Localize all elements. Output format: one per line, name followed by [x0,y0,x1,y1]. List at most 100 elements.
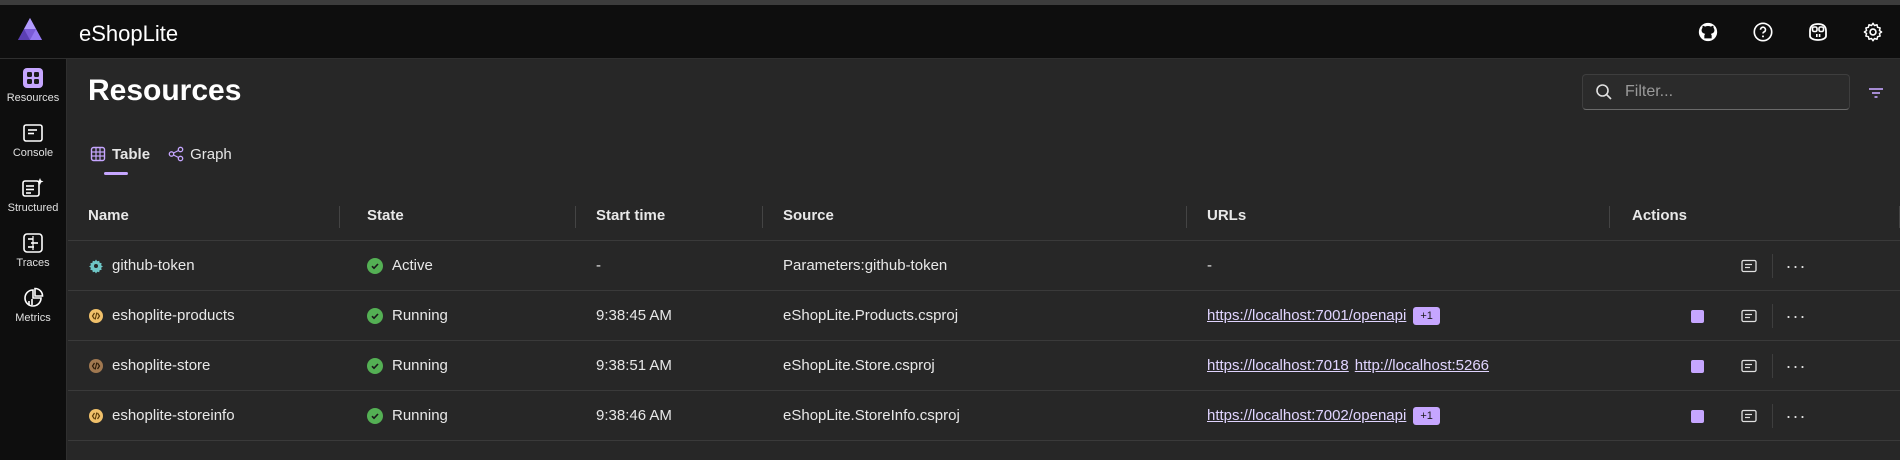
sidebar-item-label: Traces [16,257,50,269]
sidebar-item-label: Console [12,147,54,159]
resource-state: Running [392,307,448,324]
more-icon: ··· [1785,306,1807,326]
project-icon [89,308,103,323]
sidebar-item-resources[interactable]: Resources [0,59,66,114]
resources-icon [23,68,43,88]
column-header-start-time[interactable]: Start time [576,191,763,240]
tab-label: Table [112,145,151,163]
stop-button[interactable] [1685,304,1709,328]
app-header: eShopLite [0,5,1900,59]
console-logs-icon [1741,259,1757,273]
sidebar-item-label: Resources [6,92,60,104]
console-logs-icon [1741,359,1757,373]
resource-name[interactable]: eshoplite-products [112,307,235,324]
project-icon [89,358,103,373]
traces-icon [23,233,43,253]
check-icon [367,307,383,324]
sidebar-item-metrics[interactable]: Metrics [0,279,66,334]
sidebar-item-label: Metrics [15,312,51,324]
endpoint-link[interactable]: https://localhost:7002/openapi [1207,407,1406,424]
view-console-logs-button[interactable] [1737,404,1761,428]
stop-icon [1690,409,1704,423]
resource-start-time: 9:38:45 AM [596,307,672,324]
sidebar-item-structured[interactable]: Structured [0,169,66,224]
check-icon [367,407,383,424]
more-actions-button[interactable]: ··· [1784,254,1808,278]
check-icon [367,257,383,274]
app-title[interactable]: eShopLite [79,21,178,47]
more-actions-button[interactable]: ··· [1784,304,1808,328]
resources-table: Name State Start time Source URLs Action… [68,191,1900,441]
endpoint-link[interactable]: https://localhost:7001/openapi [1207,307,1406,324]
check-icon [367,357,383,374]
column-header-urls[interactable]: URLs [1187,191,1610,240]
table-row[interactable]: eshoplite-storeinfo Running 9:38:46 AM e… [68,391,1900,441]
resource-start-time: 9:38:46 AM [596,407,672,424]
more-icon: ··· [1785,256,1807,276]
view-tabs: Table Graph [90,139,250,175]
resource-name[interactable]: github-token [112,257,195,274]
page-title: Resources [88,74,242,107]
stop-button[interactable] [1685,354,1709,378]
sidebar: Resources Console Structured Traces Metr… [0,59,67,460]
endpoint-link[interactable]: https://localhost:7018 [1207,357,1349,374]
column-header-name[interactable]: Name [68,191,340,240]
console-icon [23,124,43,142]
column-header-state[interactable]: State [340,191,576,240]
resource-name[interactable]: eshoplite-storeinfo [112,407,235,424]
console-logs-icon [1741,409,1757,423]
more-urls-badge[interactable]: +1 [1413,406,1440,425]
github-icon[interactable] [1680,5,1735,59]
tab-graph[interactable]: Graph [168,139,232,169]
help-icon[interactable] [1735,5,1790,59]
endpoint-link[interactable]: http://localhost:5266 [1355,357,1489,374]
console-logs-icon [1741,309,1757,323]
stop-icon [1690,309,1704,323]
table-header-row: Name State Start time Source URLs Action… [68,191,1900,241]
main-content: Resources Table Graph Name State Start t… [68,59,1900,460]
sidebar-item-traces[interactable]: Traces [0,224,66,279]
table-row[interactable]: eshoplite-products Running 9:38:45 AM eS… [68,291,1900,341]
aspire-logo-icon[interactable] [16,16,44,44]
more-icon: ··· [1785,356,1807,376]
more-actions-button[interactable]: ··· [1784,404,1808,428]
resource-state: Active [392,257,433,274]
metrics-icon [24,287,44,307]
resource-source: eShopLite.Products.csproj [783,307,959,324]
filter-options-button[interactable] [1865,82,1887,104]
resource-state: Running [392,357,448,374]
sidebar-item-label: Structured [7,202,59,214]
copilot-icon[interactable] [1790,5,1845,59]
resource-state: Running [392,407,448,424]
stop-button[interactable] [1685,404,1709,428]
more-actions-button[interactable]: ··· [1784,354,1808,378]
resource-start-time: - [596,257,601,274]
graph-icon [168,146,184,162]
filter-icon [1869,88,1883,98]
table-row[interactable]: github-token Active - Parameters:github-… [68,241,1900,291]
resource-name[interactable]: eshoplite-store [112,357,210,374]
more-urls-badge[interactable]: +1 [1413,306,1440,325]
table-row[interactable]: eshoplite-store Running 9:38:51 AM eShop… [68,341,1900,391]
stop-icon [1690,359,1704,373]
resource-source: eShopLite.StoreInfo.csproj [783,407,960,424]
view-console-logs-button[interactable] [1737,354,1761,378]
tab-table[interactable]: Table [90,139,151,175]
more-icon: ··· [1785,406,1807,426]
view-console-logs-button[interactable] [1737,254,1761,278]
resource-source: Parameters:github-token [783,257,948,274]
resource-urls-empty: - [1207,257,1212,274]
tab-label: Graph [190,145,232,163]
project-icon [89,408,103,423]
resource-source: eShopLite.Store.csproj [783,357,935,374]
sidebar-item-console[interactable]: Console [0,114,66,169]
parameter-icon [89,259,103,273]
column-header-source[interactable]: Source [763,191,1187,240]
view-console-logs-button[interactable] [1737,304,1761,328]
structured-icon [22,178,44,197]
settings-icon[interactable] [1845,5,1900,59]
filter-search-box[interactable] [1582,74,1850,110]
column-header-actions: Actions [1610,191,1900,240]
resource-start-time: 9:38:51 AM [596,357,672,374]
filter-input[interactable] [1625,83,1825,101]
